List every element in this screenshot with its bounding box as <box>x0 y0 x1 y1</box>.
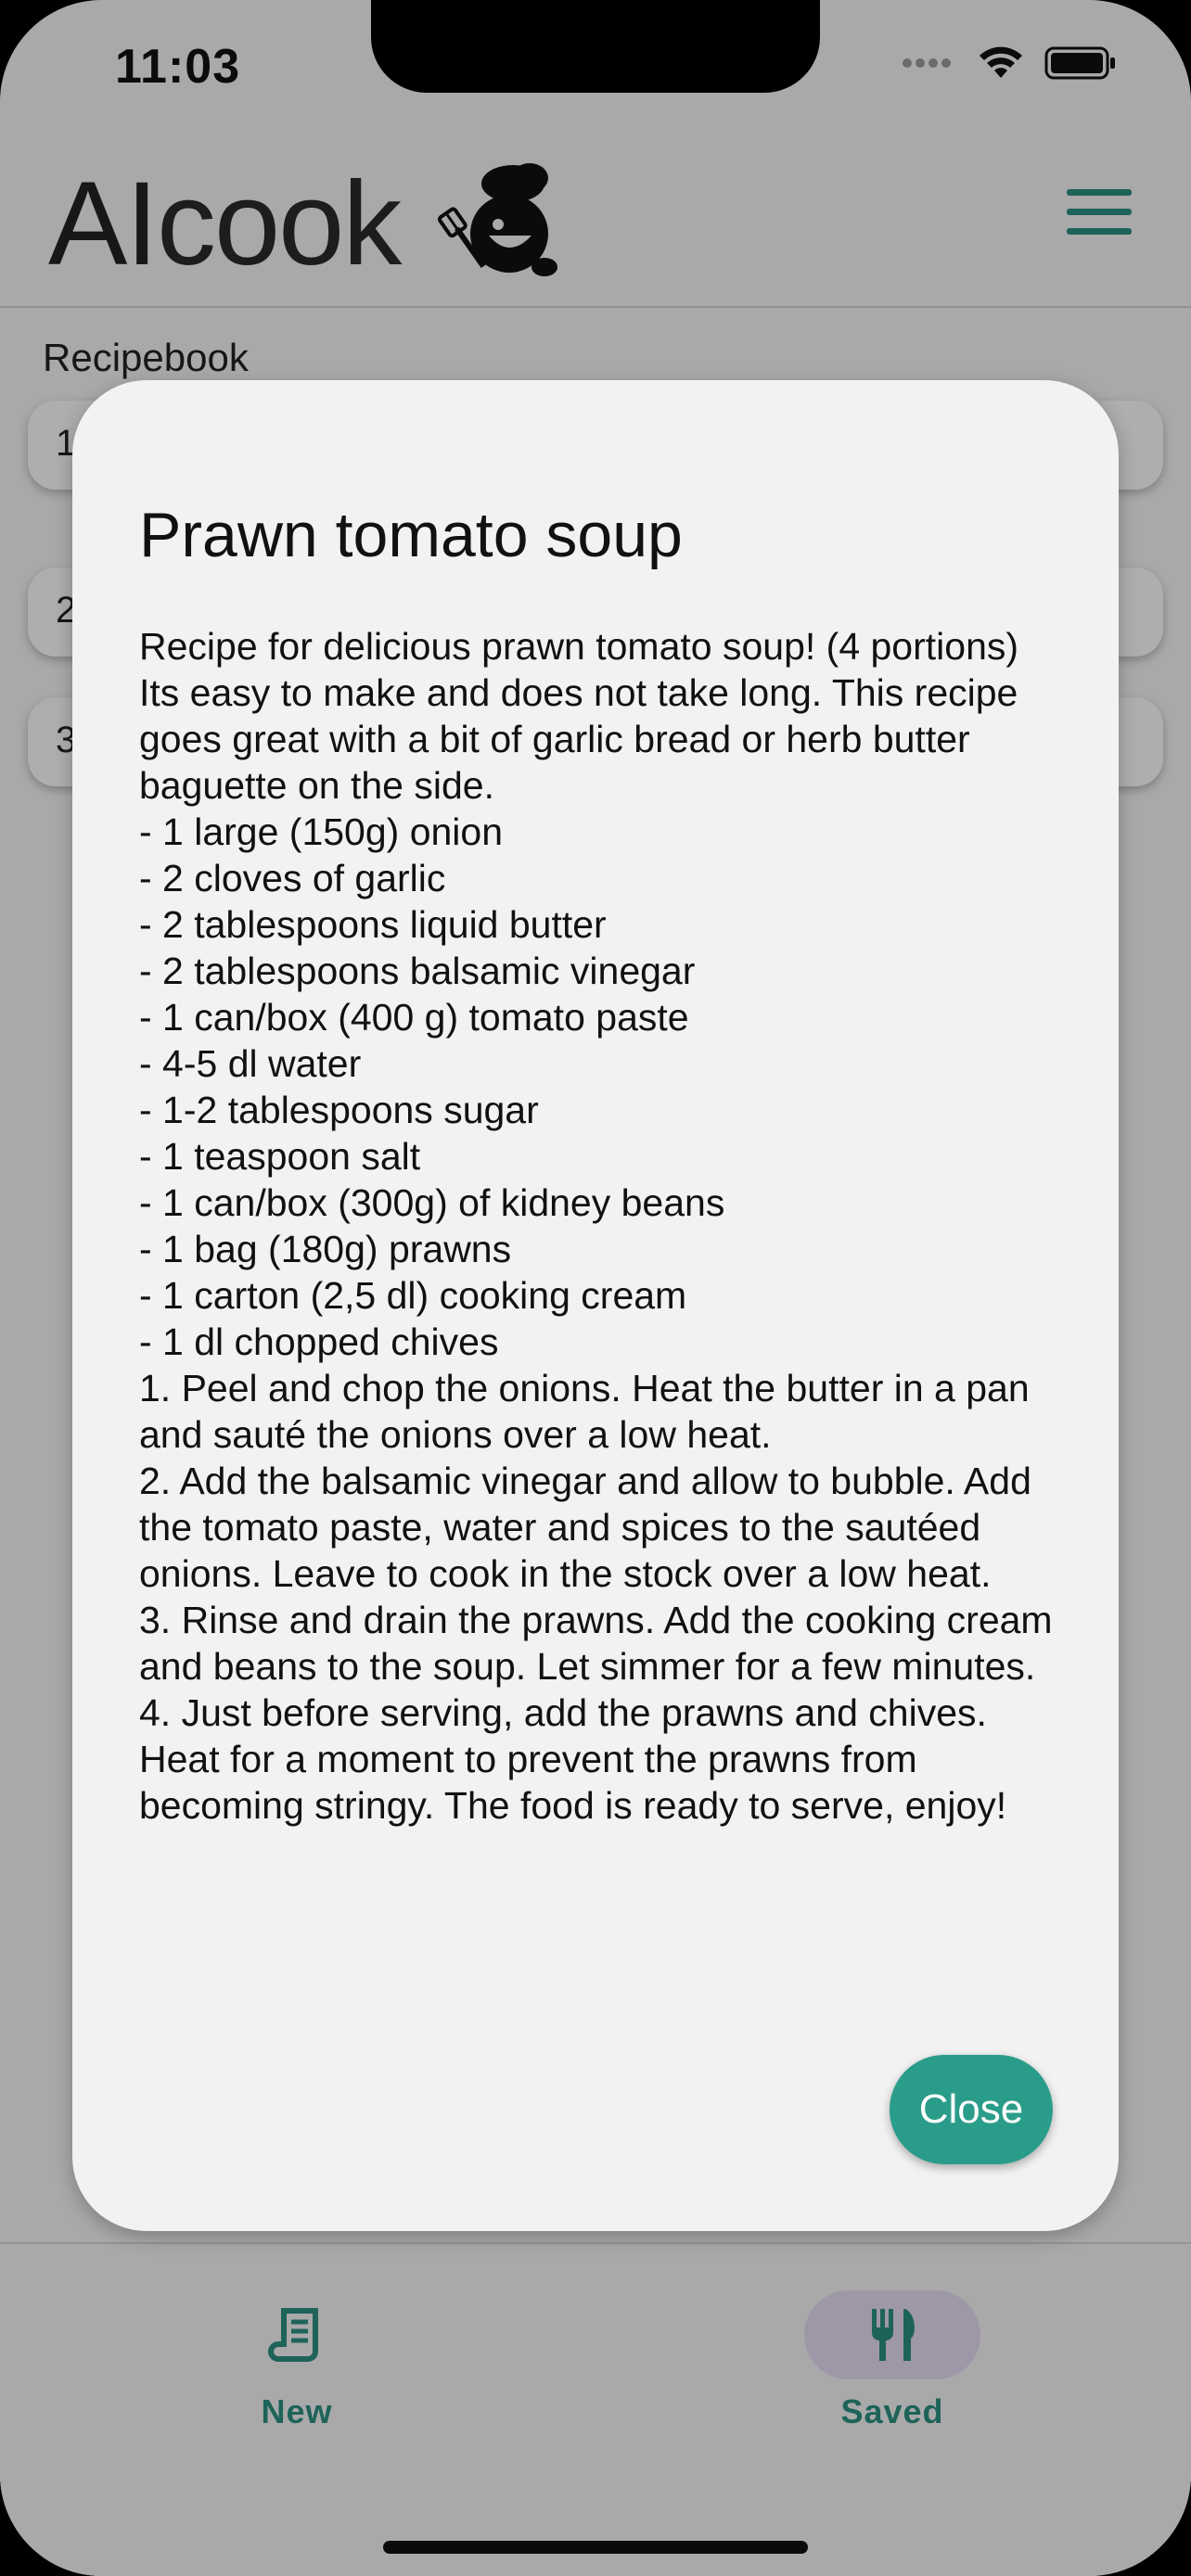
app-screen: 11:03 AIcook Recipebook 1 2 3 New Saved … <box>0 0 1191 2576</box>
recipe-dialog: Prawn tomato soup Recipe for delicious p… <box>72 380 1119 2231</box>
recipe-text: Recipe for delicious prawn tomato soup! … <box>139 625 1053 1827</box>
dialog-title: Prawn tomato soup <box>139 500 683 570</box>
close-button[interactable]: Close <box>890 2055 1053 2164</box>
